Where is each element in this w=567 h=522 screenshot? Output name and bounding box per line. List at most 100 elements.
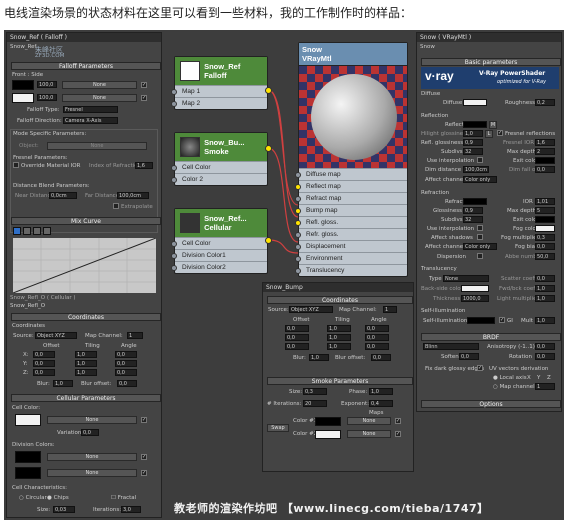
smoke-color2-swatch[interactable] xyxy=(315,430,341,439)
division-color-1-toggle[interactable]: ✓ xyxy=(141,454,147,460)
affect-channels-select[interactable]: Color only xyxy=(463,176,497,183)
self-illum-color-swatch[interactable] xyxy=(467,317,495,324)
object-pick-button[interactable]: None xyxy=(47,142,147,150)
side-amount[interactable]: 100,0 xyxy=(37,94,57,101)
node-smoke-input[interactable]: Cell Color xyxy=(171,161,267,173)
scatter-coeff-value[interactable]: 0,0 xyxy=(535,275,555,282)
cellular-parameters-rollout[interactable]: Cellular Parameters xyxy=(11,394,161,402)
refl-gloss-value[interactable]: 0,9 xyxy=(463,139,483,146)
exit-color2-swatch[interactable] xyxy=(535,216,555,223)
node-smoke-header[interactable]: Snow_Bu... Smoke xyxy=(175,133,267,161)
basic-parameters-rollout[interactable]: Basic parameters xyxy=(421,58,561,66)
near-distance-value[interactable]: 0,0cm xyxy=(49,192,77,199)
angle-x[interactable]: 0,0 xyxy=(115,351,137,358)
smoke-parameters-rollout[interactable]: Smoke Parameters xyxy=(267,377,413,385)
blur-value[interactable]: 1,0 xyxy=(53,380,73,387)
bump-blur-value[interactable]: 1,0 xyxy=(309,354,329,361)
smoke-size-value[interactable]: 0,3 xyxy=(303,388,327,395)
subdivs-value[interactable]: 32 xyxy=(463,148,483,155)
node-vraymtl-input-refl-gloss[interactable]: Refl. gloss. xyxy=(295,216,407,228)
brdf-rollout[interactable]: BRDF xyxy=(421,333,561,341)
local-axis-radio[interactable]: ● Local axis xyxy=(493,375,527,381)
node-vraymtl-input-refr-gloss[interactable]: Refr. gloss. xyxy=(295,228,407,240)
affect-channels2-select[interactable]: Color only xyxy=(463,243,497,250)
refract-color-swatch[interactable] xyxy=(463,198,487,205)
anisotropy-value[interactable]: 0,0 xyxy=(535,343,555,350)
node-cellular-input[interactable]: Cell Color xyxy=(171,237,267,249)
diffuse-color-swatch[interactable] xyxy=(463,99,487,106)
smoke-color1-swatch[interactable] xyxy=(315,417,341,426)
side-map-toggle[interactable]: ✓ xyxy=(141,95,147,101)
bump-blur-offset-value[interactable]: 0,0 xyxy=(371,354,391,361)
falloff-direction-select[interactable]: Camera X-Axis xyxy=(63,117,118,124)
roughness-value[interactable]: 0,2 xyxy=(535,99,555,106)
smoke-color2-toggle[interactable]: ✓ xyxy=(395,431,401,437)
node-vraymtl-input-diffuse[interactable]: Diffuse map xyxy=(295,168,407,180)
bump-coordinates-rollout[interactable]: Coordinates xyxy=(267,296,413,304)
self-illum-mult-value[interactable]: 1,0 xyxy=(535,317,555,324)
node-cellular-input[interactable]: Division Color1 xyxy=(171,249,267,261)
axis-z-button[interactable]: Z xyxy=(547,375,551,381)
rotation-value[interactable]: 0,0 xyxy=(535,353,555,360)
thickness-value[interactable]: 1000,0 xyxy=(461,295,489,302)
front-map-button[interactable]: None xyxy=(62,81,137,89)
node-smoke[interactable]: Snow_Bu... Smoke Cell Color Color 2 xyxy=(171,132,272,186)
source-select[interactable]: Object XYZ xyxy=(35,332,77,339)
angle-z[interactable]: 0,0 xyxy=(115,369,137,376)
ior-value[interactable]: 1,01 xyxy=(535,198,555,205)
bump-offset-z[interactable]: 0,0 xyxy=(285,343,309,350)
max-depth-value[interactable]: 2 xyxy=(535,148,555,155)
fresnel-reflections-checkbox[interactable]: ✓ xyxy=(497,130,503,136)
cell-color-swatch[interactable] xyxy=(15,414,41,426)
node-vraymtl-input-environment[interactable]: Environment xyxy=(295,252,407,264)
smoke-phase-value[interactable]: 1,0 xyxy=(369,388,393,395)
bump-tiling-z[interactable]: 1,0 xyxy=(327,343,351,350)
node-falloff-input[interactable]: Map 1 xyxy=(171,85,267,97)
fog-bias-value[interactable]: 0,0 xyxy=(535,243,555,250)
bump-tiling-y[interactable]: 1,0 xyxy=(327,334,351,341)
node-smoke-output-socket[interactable] xyxy=(265,145,272,152)
node-cellular-input[interactable]: Division Color2 xyxy=(171,261,267,273)
axis-y-button[interactable]: Y xyxy=(537,375,540,381)
hilight-gloss-value[interactable]: 1,0 xyxy=(463,130,483,137)
mix-curve-rollout[interactable]: Mix Curve xyxy=(11,217,161,225)
chips-radio[interactable]: ● Chips xyxy=(47,495,69,501)
abbe-value[interactable]: 50,0 xyxy=(535,253,555,260)
mix-curve-graph[interactable] xyxy=(13,238,156,293)
exit-color-swatch[interactable] xyxy=(535,157,555,164)
swap-colors-button[interactable]: Swap xyxy=(267,424,289,432)
division-color-1-swatch[interactable] xyxy=(15,451,41,463)
light-mult-value[interactable]: 1,0 xyxy=(535,295,555,302)
reflect-color-swatch[interactable] xyxy=(463,121,487,128)
bump-tiling-x[interactable]: 1,0 xyxy=(327,325,351,332)
back-side-color-swatch[interactable] xyxy=(461,285,489,292)
side-map-button[interactable]: None xyxy=(62,94,137,102)
self-illum-gi-checkbox[interactable]: ✓ xyxy=(499,317,505,323)
node-falloff-header[interactable]: Snow_Ref Falloff xyxy=(175,57,267,85)
falloff-type-select[interactable]: Fresnel xyxy=(63,106,118,113)
translucency-type-select[interactable]: None xyxy=(443,275,489,282)
node-vraymtl[interactable]: Snow VRayMtl Diffuse map Reflect map Ref… xyxy=(295,42,408,277)
fog-color-swatch[interactable] xyxy=(535,225,555,232)
dispersion-checkbox[interactable] xyxy=(477,253,483,259)
map-channel-value[interactable]: 1 xyxy=(127,332,143,339)
side-color-swatch[interactable] xyxy=(12,93,34,103)
soften-value[interactable]: 0,0 xyxy=(459,353,479,360)
bump-map-channel-value[interactable]: 1 xyxy=(383,306,397,313)
curve-scale-tool-icon[interactable] xyxy=(23,227,31,235)
fresnel-ior-value[interactable]: 1,6 xyxy=(535,139,555,146)
node-falloff-input[interactable]: Map 2 xyxy=(171,97,267,109)
axis-x-button[interactable]: X xyxy=(527,375,531,381)
node-cellular-header[interactable]: Snow_Ref... Cellular xyxy=(175,209,267,237)
extrapolate-checkbox[interactable] xyxy=(113,203,119,209)
falloff-parameters-rollout[interactable]: Falloff Parameters xyxy=(11,62,161,70)
affect-shadows-checkbox[interactable] xyxy=(477,234,483,240)
map-channel-value[interactable]: 1 xyxy=(535,383,555,390)
subdivs2-value[interactable]: 32 xyxy=(463,216,483,223)
division-color-2-map-button[interactable]: None xyxy=(47,469,137,477)
offset-y[interactable]: 0,0 xyxy=(33,360,55,367)
circular-radio[interactable]: ○ Circular xyxy=(19,495,47,501)
node-vraymtl-input-refract[interactable]: Refract map xyxy=(295,192,407,204)
fog-mult-value[interactable]: 0,3 xyxy=(535,234,555,241)
division-color-2-toggle[interactable]: ✓ xyxy=(141,470,147,476)
